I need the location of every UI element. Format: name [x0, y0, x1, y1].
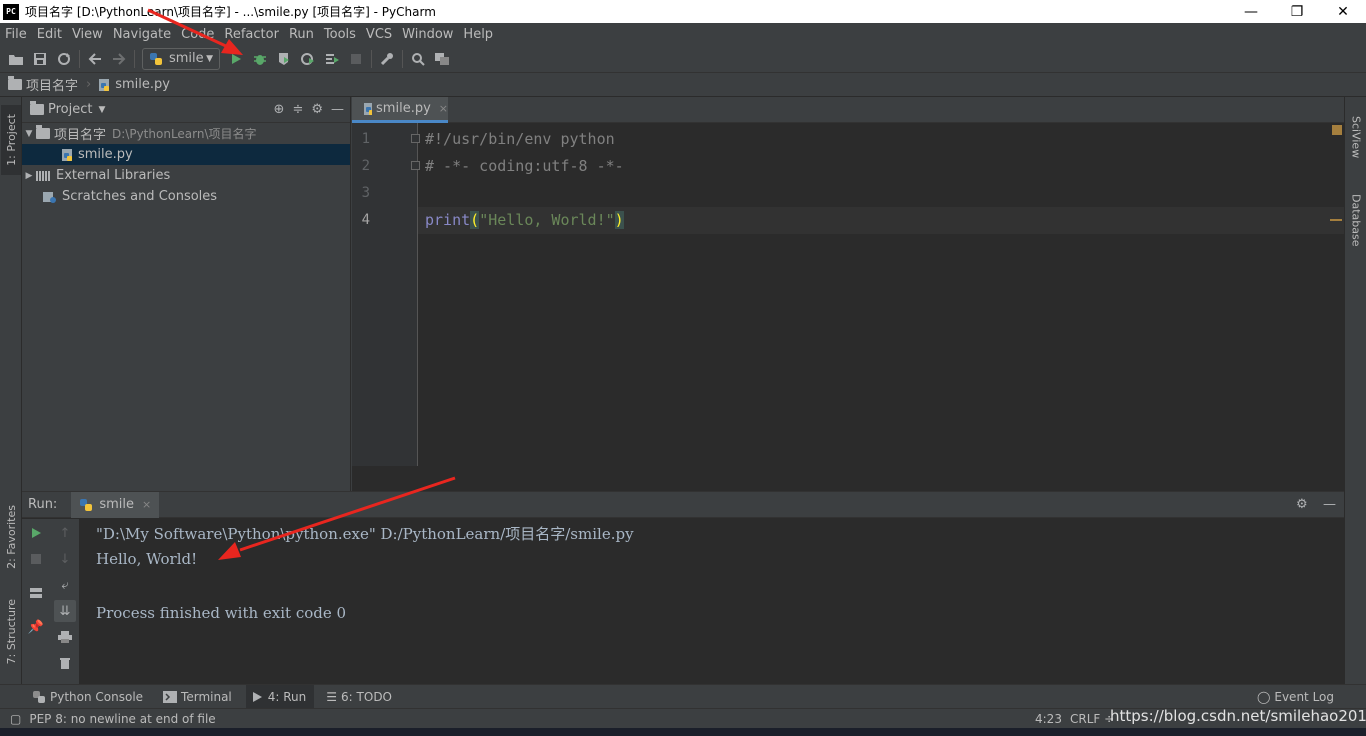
annotation-overlay — [147, 8, 456, 560]
annotation-arrow-run — [147, 8, 243, 55]
annotation-arrow-output — [218, 476, 456, 560]
